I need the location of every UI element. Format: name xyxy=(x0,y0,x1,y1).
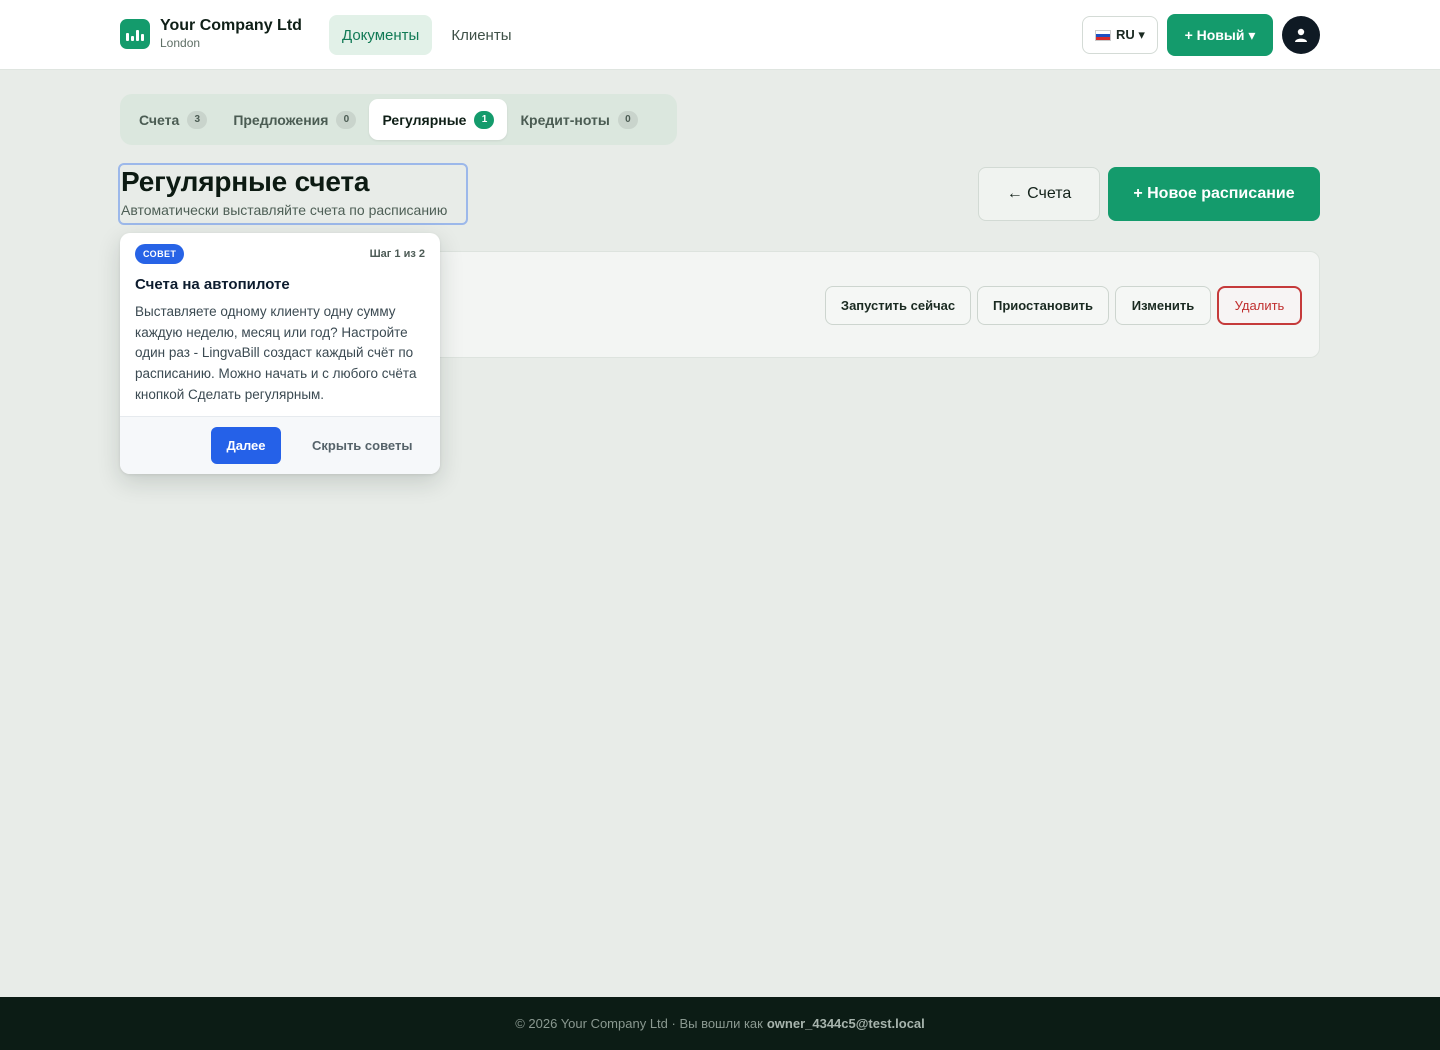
tab-label: Кредит-ноты xyxy=(520,111,610,128)
language-label: RU ▾ xyxy=(1116,27,1145,42)
tab-credit-notes[interactable]: Кредит-ноты 0 xyxy=(507,99,650,140)
tip-next-button[interactable]: Далее xyxy=(211,427,281,464)
tip-footer: Далее Скрыть советы xyxy=(120,416,440,474)
user-icon xyxy=(1295,28,1307,42)
tab-count-badge: 1 xyxy=(474,110,495,129)
document-tabs: Счета 3 Предложения 0 Регулярные 1 Креди… xyxy=(120,94,677,145)
tip-badge: СОВЕТ xyxy=(135,244,185,264)
nav-clients[interactable]: Клиенты xyxy=(438,15,524,55)
tab-count-badge: 0 xyxy=(617,110,638,129)
tab-label: Счета xyxy=(139,111,180,128)
russia-flag-icon xyxy=(1095,29,1112,41)
tab-count-badge: 0 xyxy=(336,110,357,129)
tab-label: Предложения xyxy=(233,111,329,128)
onboarding-tip-popover: СОВЕТ Шаг 1 из 2 Счета на автопилоте Выс… xyxy=(120,233,440,474)
new-schedule-button[interactable]: + Новое расписание xyxy=(1108,167,1320,221)
top-navigation-bar: Your Company Ltd London Документы Клиент… xyxy=(0,0,1440,70)
delete-button[interactable]: Удалить xyxy=(1217,286,1302,325)
company-logo-icon xyxy=(120,18,150,49)
new-document-button[interactable]: + Новый ▾ xyxy=(1167,14,1273,56)
tab-count-badge: 3 xyxy=(187,110,208,129)
company-brand[interactable]: Your Company Ltd London xyxy=(120,16,302,51)
footer-user-email: owner_4344c5@test.local xyxy=(766,1016,925,1031)
nav-documents[interactable]: Документы xyxy=(329,15,433,55)
back-to-invoices-button[interactable]: ← Счета xyxy=(978,167,1100,221)
page-subtitle: Автоматически выставляйте счета по распи… xyxy=(121,202,448,218)
page-heading-highlight: Регулярные счета Автоматически выставляй… xyxy=(118,163,468,225)
company-name: Your Company Ltd xyxy=(160,17,302,34)
run-now-button[interactable]: Запустить сейчас xyxy=(825,286,971,325)
hide-tips-button[interactable]: Скрыть советы xyxy=(306,427,418,464)
company-city: London xyxy=(160,36,201,50)
edit-button[interactable]: Изменить xyxy=(1115,286,1211,325)
user-avatar[interactable] xyxy=(1282,16,1320,54)
pause-button[interactable]: Приостановить xyxy=(977,286,1109,325)
tip-title: Счета на автопилоте xyxy=(135,276,290,293)
tip-body: Выставляете одному клиенту одну сумму ка… xyxy=(135,304,417,402)
language-selector[interactable]: RU ▾ xyxy=(1082,16,1158,54)
page-footer: © 2026 Your Company Ltd · Вы вошли как o… xyxy=(0,997,1440,1050)
tab-quotes[interactable]: Предложения 0 xyxy=(220,99,369,140)
page-title: Регулярные счета xyxy=(121,166,370,197)
tip-step-counter: Шаг 1 из 2 xyxy=(369,248,425,260)
footer-text: © 2026 Your Company Ltd · Вы вошли как xyxy=(515,1016,763,1031)
tab-invoices[interactable]: Счета 3 xyxy=(126,99,220,140)
main-nav: Документы Клиенты xyxy=(329,15,524,55)
tab-label: Регулярные xyxy=(382,111,467,128)
tab-recurring[interactable]: Регулярные 1 xyxy=(369,99,508,140)
